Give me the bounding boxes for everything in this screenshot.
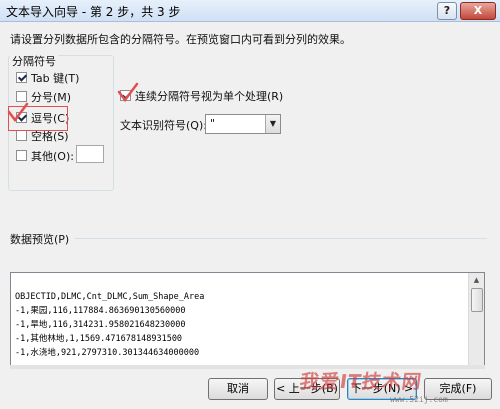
tab-checkbox[interactable] — [16, 72, 27, 83]
scroll-up-arrow-icon[interactable]: ▲ — [469, 273, 484, 287]
text-qualifier-select[interactable]: " ▼ — [205, 114, 281, 134]
consecutive-checkbox[interactable] — [120, 90, 131, 101]
preview-line: -1,其他林地,1,1569.471678148931500 — [15, 334, 183, 344]
preview-line: OBJECTID,DLMC,Cnt_DLMC,Sum_Shape_Area — [15, 292, 205, 302]
consecutive-delimiters-option[interactable]: 连续分隔符号视为单个处理(R) — [120, 88, 283, 103]
preview-line: -1,果园,116,117884.863690130560000 — [15, 306, 186, 316]
finish-button[interactable]: 完成(F) — [424, 378, 492, 400]
text-qualifier-value: " — [210, 117, 216, 130]
semicolon-label: 分号(M) — [31, 90, 72, 104]
delimiters-group-title: 分隔符号 — [10, 53, 58, 69]
title-bar: 文本导入向导 - 第 2 步，共 3 步 ? X — [0, 0, 500, 22]
preview-separator — [75, 238, 487, 239]
preview-label: 数据预览(P) — [10, 233, 70, 246]
other-label: 其他(O): — [31, 149, 74, 163]
annotation-highlight-box — [8, 106, 68, 131]
dropdown-arrow-icon[interactable]: ▼ — [265, 115, 280, 133]
other-delimiter-option[interactable]: 其他(O): — [16, 148, 74, 163]
preview-horizontal-scrollbar[interactable] — [10, 365, 485, 369]
tab-delimiter-option[interactable]: Tab 键(T) — [16, 70, 79, 85]
semicolon-checkbox[interactable] — [16, 91, 27, 102]
instructions-text: 请设置分列数据所包含的分隔符号。在预览窗口内可看到分列的效果。 — [10, 33, 351, 46]
other-checkbox[interactable] — [16, 150, 27, 161]
data-preview[interactable]: OBJECTID,DLMC,Cnt_DLMC,Sum_Shape_Area -1,… — [10, 272, 485, 367]
close-button[interactable]: X — [460, 2, 496, 20]
help-button[interactable]: ? — [437, 2, 457, 20]
cancel-button[interactable]: 取消 — [208, 378, 268, 400]
semicolon-delimiter-option[interactable]: 分号(M) — [16, 89, 71, 104]
preview-lines: OBJECTID,DLMC,Cnt_DLMC,Sum_Shape_Area -1,… — [15, 276, 205, 366]
other-delimiter-input[interactable] — [76, 145, 104, 163]
tab-label: Tab 键(T) — [31, 71, 80, 85]
preview-line: -1,旱地,116,314231.958021648230000 — [15, 320, 186, 330]
preview-line: -1,水浇地,921,2797310.301344634000000 — [15, 348, 200, 358]
dialog-body: 请设置分列数据所包含的分隔符号。在预览窗口内可看到分列的效果。 分隔符号 Tab… — [0, 22, 500, 409]
back-button[interactable]: < 上一步(B) — [274, 378, 340, 400]
space-checkbox[interactable] — [16, 130, 27, 141]
preview-vertical-scrollbar[interactable]: ▲ — [468, 273, 484, 366]
next-button[interactable]: 下一步(N) > — [347, 378, 417, 400]
window-title: 文本导入向导 - 第 2 步，共 3 步 — [6, 5, 181, 19]
scroll-thumb[interactable] — [471, 288, 483, 312]
text-qualifier-label: 文本识别符号(Q): — [120, 119, 207, 132]
consecutive-label: 连续分隔符号视为单个处理(R) — [135, 89, 284, 103]
